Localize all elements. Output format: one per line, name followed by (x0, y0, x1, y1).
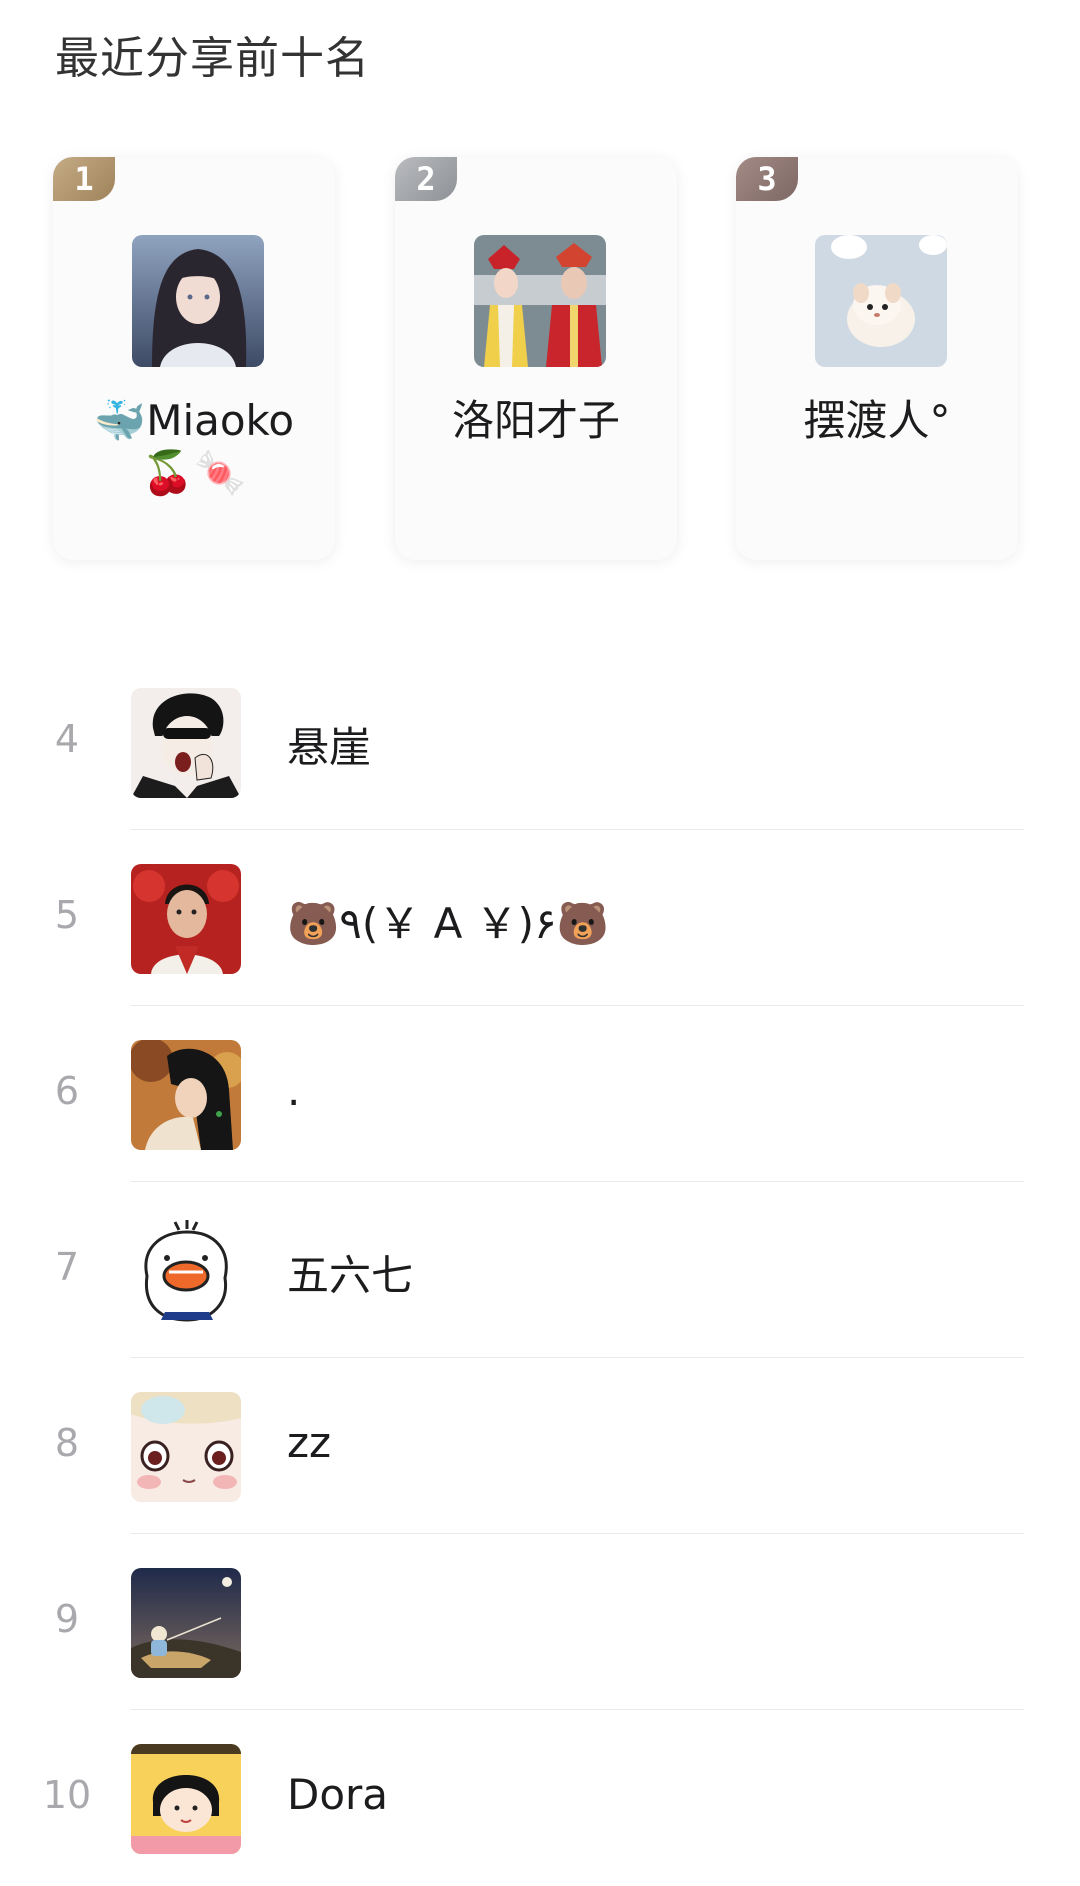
user-name: . (287, 1066, 301, 1115)
list-item[interactable]: 7 五六七 (0, 1182, 1080, 1358)
podium-card-rank-3[interactable]: 3 摆渡人° (736, 157, 1018, 560)
rank-number: 8 (54, 1421, 80, 1465)
podium-name: 洛阳才子 (451, 396, 620, 445)
page-title: 最近分享前十名 (55, 33, 370, 84)
rank-badge-1: 1 (53, 157, 115, 201)
avatar[interactable] (131, 1216, 241, 1326)
rank-number: 10 (42, 1773, 92, 1817)
avatar[interactable] (131, 688, 241, 798)
list-item[interactable]: 5 🐻٩(￥ A ￥)۶🐻 (0, 830, 1080, 1006)
list-item[interactable]: 9 (0, 1534, 1080, 1710)
avatar[interactable] (131, 1744, 241, 1854)
podium-card-rank-1[interactable]: 1 🐳Miaoko 🍒🍬 (53, 157, 335, 560)
rank-number: 6 (54, 1069, 80, 1113)
list-item[interactable]: 10 Dora (0, 1710, 1080, 1886)
rank-badge-3: 3 (736, 157, 798, 201)
rank-number: 4 (54, 717, 80, 761)
rank-number: 5 (54, 893, 80, 937)
user-name: Dora (287, 1770, 389, 1819)
avatar[interactable] (131, 1392, 241, 1502)
avatar[interactable] (131, 1568, 241, 1678)
podium-name: 🐳Miaoko 🍒🍬 (93, 396, 295, 497)
rank-number: 9 (54, 1597, 80, 1641)
list-item[interactable]: 8 zz (0, 1358, 1080, 1534)
avatar[interactable] (131, 1040, 241, 1150)
avatar[interactable] (132, 235, 264, 367)
list-item[interactable]: 6 . (0, 1006, 1080, 1182)
avatar[interactable] (131, 864, 241, 974)
user-name: 🐻٩(￥ A ￥)۶🐻 (287, 899, 609, 948)
rank-badge-2: 2 (395, 157, 457, 201)
user-name: zz (287, 1418, 332, 1467)
podium-card-rank-2[interactable]: 2 洛阳才子 (395, 157, 677, 560)
avatar[interactable] (474, 235, 606, 367)
avatar[interactable] (815, 235, 947, 367)
list-item[interactable]: 4 悬崖 (0, 654, 1080, 830)
podium-name: 摆渡人° (803, 396, 951, 445)
user-name: 悬崖 (287, 723, 372, 772)
user-name: 五六七 (287, 1251, 414, 1300)
rank-number: 7 (54, 1245, 80, 1289)
